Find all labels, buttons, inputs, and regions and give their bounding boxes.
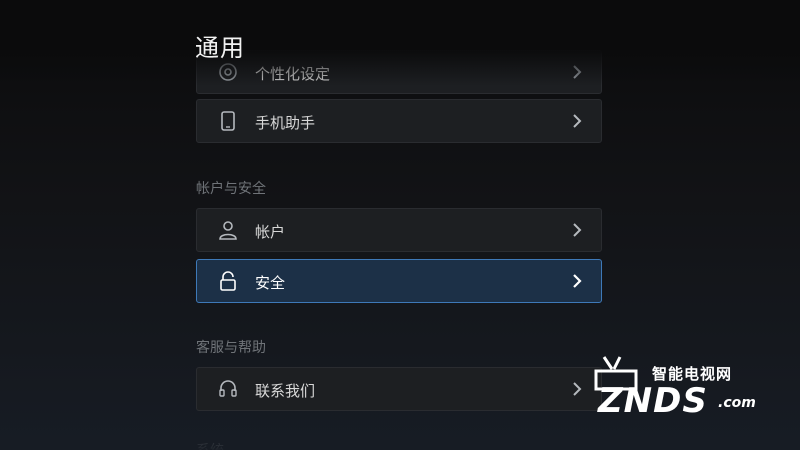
settings-item-label: 个性化设定 <box>255 65 331 83</box>
chevron-right-icon <box>571 222 583 238</box>
page-title: 通用 <box>195 34 245 62</box>
watermark-domain-suffix: .com <box>718 395 756 411</box>
section-title-system: 系统 <box>196 440 224 450</box>
znds-watermark-logo: 智能电视网 ZNDS .com <box>590 355 790 425</box>
lock-icon <box>217 270 239 292</box>
chevron-right-icon <box>571 113 583 129</box>
section-title-account-security: 帐户与安全 <box>196 181 266 197</box>
settings-item-phone-assistant[interactable]: 手机助手 <box>196 99 602 143</box>
settings-item-label: 帐户 <box>255 223 286 241</box>
watermark-brand-text: ZNDS <box>598 381 708 421</box>
user-icon <box>217 219 239 241</box>
phone-icon <box>217 110 239 132</box>
settings-item-label: 手机助手 <box>255 114 316 132</box>
settings-item-contact-us[interactable]: 联系我们 <box>196 367 602 411</box>
chevron-right-icon <box>571 64 583 80</box>
headset-icon <box>217 378 239 400</box>
settings-item-security[interactable]: 安全 <box>196 259 602 303</box>
section-title-customer-service: 客服与帮助 <box>196 340 266 356</box>
chevron-right-icon <box>571 273 583 289</box>
settings-item-personalize[interactable]: 个性化设定 <box>196 50 602 94</box>
settings-item-label: 联系我们 <box>255 382 316 400</box>
settings-item-label: 安全 <box>255 274 286 292</box>
chevron-right-icon <box>571 381 583 397</box>
settings-item-account[interactable]: 帐户 <box>196 208 602 252</box>
personalize-icon <box>217 61 239 83</box>
